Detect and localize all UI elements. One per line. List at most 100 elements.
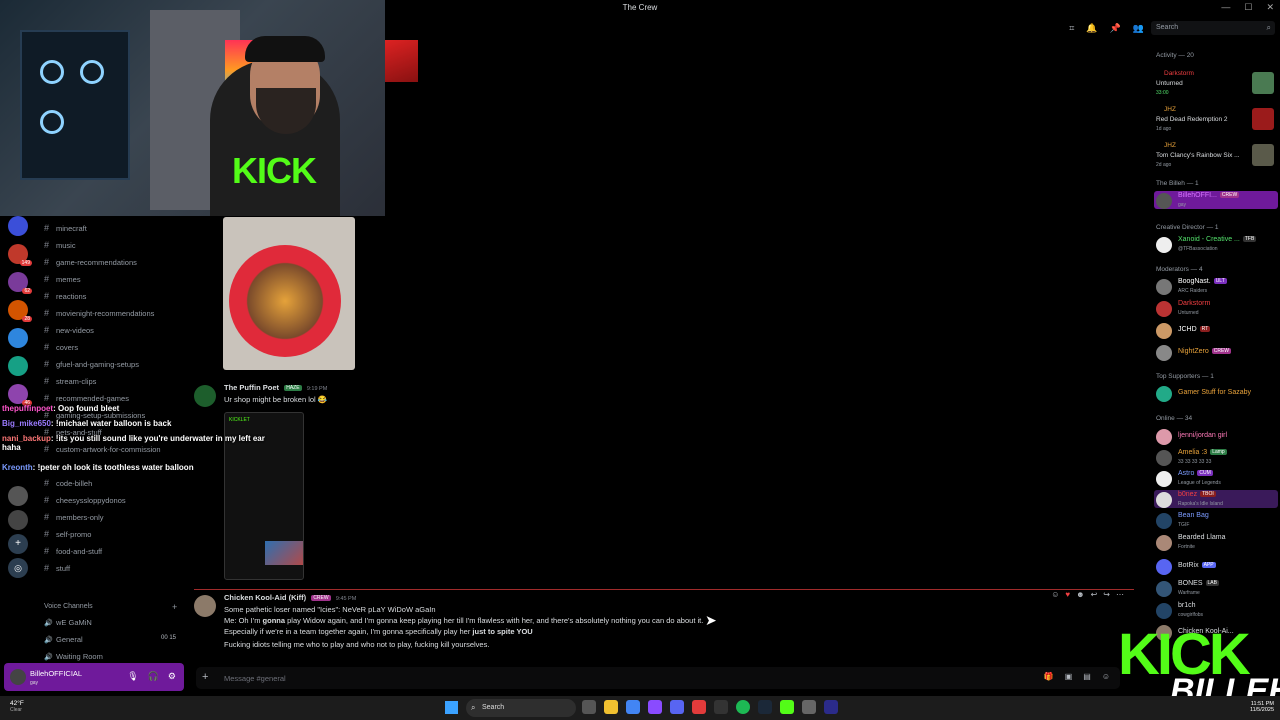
members-icon[interactable]: 👥 bbox=[1133, 23, 1144, 34]
member-item[interactable]: Bearded Llama Fortnite bbox=[1154, 533, 1278, 551]
channel-item[interactable]: # movienight-recommendations bbox=[44, 308, 154, 322]
member-item[interactable]: br1ch cowgirlfobs bbox=[1154, 601, 1278, 619]
channel-item[interactable]: # food-and-stuff bbox=[44, 546, 102, 560]
channel-item[interactable]: # cheesyssloppydonos bbox=[44, 495, 126, 509]
heart-icon[interactable]: ♥ bbox=[1065, 590, 1070, 599]
avatar[interactable] bbox=[10, 669, 26, 685]
activity-card[interactable]: Darkstorm Unturned 33:00 bbox=[1154, 70, 1280, 100]
avatar[interactable] bbox=[194, 595, 216, 617]
member-item[interactable]: ljenni/jordan girl bbox=[1154, 427, 1278, 445]
server-icon[interactable] bbox=[8, 486, 28, 506]
weather-widget[interactable]: 42°F Clear bbox=[10, 700, 24, 713]
server-icon[interactable] bbox=[8, 356, 28, 376]
pin-icon[interactable]: 📌 bbox=[1110, 23, 1121, 34]
discord-icon[interactable] bbox=[670, 700, 684, 714]
taskbar-search[interactable]: ⌕ Search bbox=[466, 699, 576, 717]
server-icon[interactable] bbox=[8, 216, 28, 236]
kick-icon[interactable] bbox=[780, 700, 794, 714]
forward-icon[interactable]: ↪ bbox=[1103, 590, 1110, 599]
server-icon[interactable] bbox=[8, 328, 28, 348]
avatar[interactable] bbox=[194, 385, 216, 407]
clock[interactable]: 11:51 PM 11/5/2025 bbox=[1250, 701, 1274, 713]
member-item[interactable]: b0nez TBOI Rapoka's Idle Island bbox=[1154, 490, 1278, 508]
app-icon[interactable] bbox=[648, 700, 662, 714]
channel-item[interactable]: # music bbox=[44, 240, 76, 254]
add-reaction-icon[interactable]: ☻ bbox=[1076, 590, 1084, 599]
premiere-icon[interactable] bbox=[824, 700, 838, 714]
discover-icon[interactable]: ◎ bbox=[8, 558, 28, 578]
channel-item[interactable]: # covers bbox=[44, 342, 78, 356]
reply-icon[interactable]: ↩ bbox=[1091, 590, 1098, 599]
member-item[interactable]: Darkstorm Unturned bbox=[1154, 299, 1278, 317]
channel-item[interactable]: # members-only bbox=[44, 512, 104, 526]
member-item[interactable]: BotRix APP bbox=[1154, 557, 1278, 575]
file-explorer-icon[interactable] bbox=[604, 700, 618, 714]
member-item[interactable]: JCHD RT bbox=[1154, 321, 1278, 339]
maximize-icon[interactable]: ☐ bbox=[1244, 2, 1252, 13]
server-icon[interactable] bbox=[8, 510, 28, 530]
add-attachment-icon[interactable]: + bbox=[202, 671, 208, 683]
attachment-image[interactable] bbox=[223, 217, 355, 370]
sticker-icon[interactable]: ▤ bbox=[1083, 672, 1091, 681]
message-composer[interactable]: + Message #general 🎁 ▣ ▤ ☺ bbox=[196, 667, 1120, 689]
channel-item[interactable]: # stream-clips bbox=[44, 376, 96, 390]
steam-icon[interactable] bbox=[758, 700, 772, 714]
voice-channel-item[interactable]: 🔊 Waiting Room bbox=[44, 652, 103, 661]
voice-channel-item[interactable]: 🔊 General 00 15 bbox=[44, 635, 184, 644]
channel-item[interactable]: # code-billeh bbox=[44, 478, 92, 492]
gift-icon[interactable]: 🎁 bbox=[1044, 672, 1054, 681]
app-icon[interactable] bbox=[692, 700, 706, 714]
message-author[interactable]: Chicken Kool-Aid (Kiff) bbox=[224, 593, 306, 602]
taskbar: 42°F Clear ⌕ Search 11:51 PM 11/5/2025 bbox=[0, 696, 1280, 720]
member-item[interactable]: Xanoid - Creative ... TFB @TFBassociation bbox=[1154, 235, 1278, 253]
gear-icon[interactable]: ⚙ bbox=[168, 671, 176, 682]
channel-item[interactable]: # self-promo bbox=[44, 529, 91, 543]
channel-item[interactable]: # gfuel-and-gaming-setups bbox=[44, 359, 139, 373]
chrome-icon[interactable] bbox=[626, 700, 640, 714]
member-item[interactable]: Gamer Stuff for Sazaby bbox=[1154, 384, 1278, 402]
member-item[interactable]: Amelia :3 Lamp 33 33 33 33 33 bbox=[1154, 448, 1278, 466]
server-icon[interactable]: 149 bbox=[8, 244, 32, 266]
add-channel-icon[interactable]: + bbox=[172, 602, 177, 612]
threads-icon[interactable]: ⌗ bbox=[1069, 23, 1074, 34]
voice-channels-header[interactable]: Voice Channels bbox=[44, 603, 93, 610]
activity-card[interactable]: JHZ Tom Clancy's Rainbow Six ... 2d ago bbox=[1154, 142, 1280, 172]
member-item[interactable]: BillehOFFI... CREW gay bbox=[1154, 191, 1278, 209]
channel-item[interactable]: # memes bbox=[44, 274, 81, 288]
channel-item[interactable]: # game-recommendations bbox=[44, 257, 137, 271]
emoji-icon[interactable]: ☺ bbox=[1102, 672, 1110, 681]
activity-card[interactable]: JHZ Red Dead Redemption 2 1d ago bbox=[1154, 106, 1280, 136]
channel-item[interactable]: # new-videos bbox=[44, 325, 94, 339]
spotify-icon[interactable] bbox=[736, 700, 750, 714]
voice-channel-item[interactable]: 🔊 wE GaMiN bbox=[44, 618, 92, 627]
hash-icon: # bbox=[44, 291, 50, 301]
microphone-icon[interactable]: 🎙 bbox=[127, 671, 138, 682]
minimize-icon[interactable]: — bbox=[1221, 2, 1230, 13]
member-item[interactable]: BONES LAB Warframe bbox=[1154, 579, 1278, 597]
settings-icon[interactable] bbox=[802, 700, 816, 714]
member-item[interactable]: NightZero CREW bbox=[1154, 343, 1278, 361]
channel-item[interactable]: # reactions bbox=[44, 291, 86, 305]
channel-item[interactable]: # stuff bbox=[44, 563, 70, 577]
bell-icon[interactable]: 🔔 bbox=[1086, 23, 1097, 34]
message-author[interactable]: The Puffin Poet bbox=[224, 383, 279, 392]
server-icon[interactable]: 28 bbox=[8, 300, 32, 322]
more-icon[interactable]: ⋯ bbox=[1116, 590, 1124, 599]
add-server-icon[interactable]: + bbox=[8, 534, 28, 554]
server-icon[interactable]: 46 bbox=[8, 384, 32, 406]
member-item[interactable]: BoogNast. ULT ARC Raiders bbox=[1154, 277, 1278, 295]
close-icon[interactable]: ✕ bbox=[1266, 2, 1274, 13]
search-input[interactable]: Search ⌕ bbox=[1151, 21, 1275, 35]
member-item[interactable]: Bean Bag TGIF bbox=[1154, 511, 1278, 529]
attachment-image[interactable] bbox=[385, 40, 418, 82]
gif-icon[interactable]: ▣ bbox=[1065, 672, 1073, 681]
windows-start-icon[interactable] bbox=[445, 701, 458, 714]
user-name: BillehOFFICIAL bbox=[30, 669, 83, 678]
task-view-icon[interactable] bbox=[582, 700, 596, 714]
channel-item[interactable]: # minecraft bbox=[44, 223, 87, 237]
headphones-icon[interactable]: 🎧 bbox=[148, 671, 159, 682]
server-icon[interactable]: 62 bbox=[8, 272, 32, 294]
app-icon[interactable] bbox=[714, 700, 728, 714]
reaction-icon[interactable]: ☺ bbox=[1051, 590, 1059, 599]
member-item[interactable]: Astro CUM League of Legends bbox=[1154, 469, 1278, 487]
